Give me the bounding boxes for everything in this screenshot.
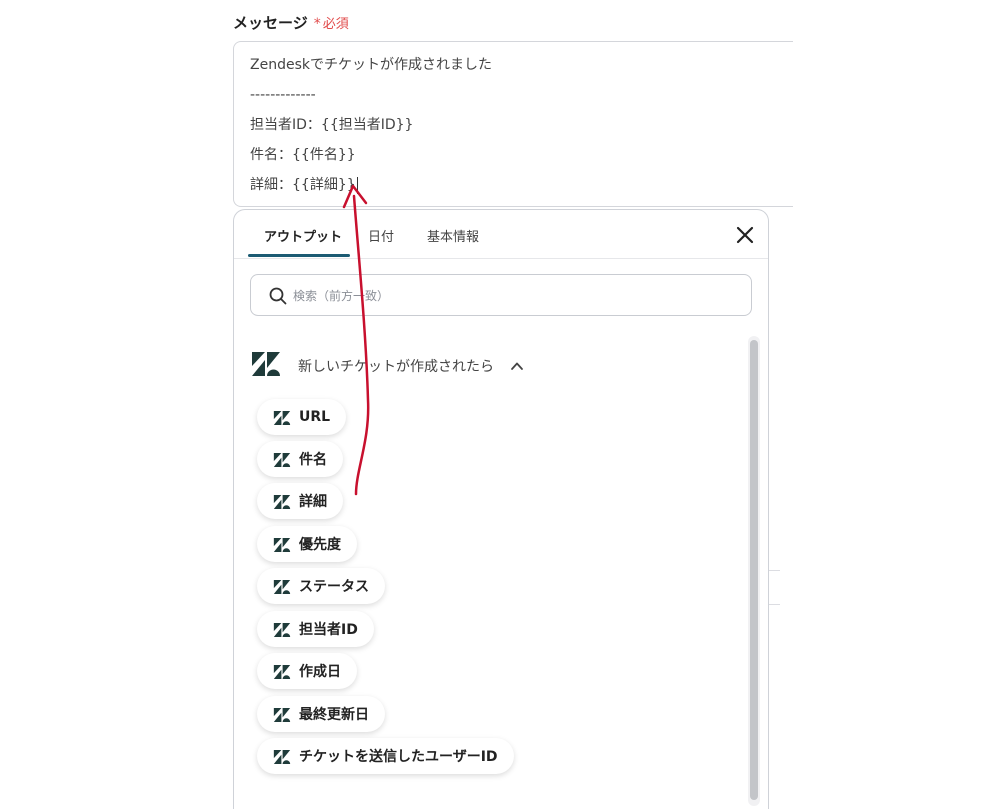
scrollbar-thumb[interactable] <box>750 340 758 800</box>
output-item-label: チケットを送信したユーザーID <box>299 749 498 765</box>
text-caret <box>356 176 358 194</box>
search-icon <box>269 287 287 305</box>
variable-picker-panel: アウトプット 日付 基本情報 新しいチケットが作成されたら <box>233 209 769 809</box>
output-item-label: 担当者ID <box>299 622 358 638</box>
output-item-chip[interactable]: 最終更新日 <box>257 696 385 732</box>
message-line: 件名：{{件名}} <box>250 147 356 163</box>
search-input[interactable] <box>291 284 735 308</box>
tab-basic-info[interactable]: 基本情報 <box>427 226 479 245</box>
output-item-label: 作成日 <box>299 664 341 680</box>
zendesk-logo-icon <box>273 749 291 764</box>
output-item-chip[interactable]: 優先度 <box>257 526 357 562</box>
search-box <box>250 274 752 316</box>
message-line-with-caret: 詳細：{{詳細}} <box>250 175 793 205</box>
section-header-new-ticket[interactable]: 新しいチケットが作成されたら <box>252 350 572 380</box>
active-tab-indicator <box>248 254 350 257</box>
zendesk-logo-icon <box>273 579 291 594</box>
output-item-chip[interactable]: URL <box>257 399 347 435</box>
tab-date[interactable]: 日付 <box>368 226 394 245</box>
scrollbar[interactable] <box>748 336 760 806</box>
message-field-label: メッセージ * 必須 <box>233 12 349 33</box>
output-item-label: 最終更新日 <box>299 707 369 723</box>
zendesk-logo-icon <box>273 622 291 637</box>
tab-output[interactable]: アウトプット <box>264 226 342 245</box>
output-item-label: 詳細 <box>299 494 327 510</box>
section-title: 新しいチケットが作成されたら <box>298 359 494 375</box>
message-line: 担当者ID：{{担当者ID}} <box>250 117 414 133</box>
field-label-text: メッセージ <box>233 14 308 32</box>
zendesk-logo-icon <box>273 494 291 509</box>
output-item-chip[interactable]: 作成日 <box>257 653 357 689</box>
output-item-chip[interactable]: ステータス <box>257 568 385 604</box>
zendesk-logo-icon <box>273 452 291 467</box>
zendesk-logo-icon <box>273 664 291 679</box>
background-divider <box>768 570 780 571</box>
message-line: ------------- <box>250 87 316 103</box>
zendesk-logo-icon <box>273 537 291 552</box>
required-text: 必須 <box>322 17 349 32</box>
message-line: 詳細：{{詳細}} <box>250 177 356 193</box>
output-item-label: 件名 <box>299 452 327 468</box>
message-line: Zendeskでチケットが作成されました <box>250 57 492 73</box>
output-item-label: 優先度 <box>299 537 341 553</box>
output-item-label: URL <box>299 409 331 425</box>
zendesk-logo-icon <box>273 410 291 425</box>
background-divider <box>768 604 780 605</box>
output-item-chip[interactable]: 件名 <box>257 441 343 477</box>
zendesk-logo-icon <box>252 352 280 376</box>
output-item-chip[interactable]: 詳細 <box>257 483 343 519</box>
message-textarea[interactable]: Zendeskでチケットが作成されました ------------- 担当者ID… <box>233 41 793 207</box>
required-asterisk: * <box>313 16 321 32</box>
output-item-chip[interactable]: 担当者ID <box>257 611 374 647</box>
chevron-up-icon[interactable] <box>510 358 524 372</box>
panel-tab-bar: アウトプット 日付 基本情報 <box>234 210 768 259</box>
close-icon[interactable] <box>734 224 756 246</box>
output-item-chip[interactable]: チケットを送信したユーザーID <box>257 738 514 774</box>
output-item-label: ステータス <box>299 579 369 595</box>
zendesk-logo-icon <box>273 707 291 722</box>
